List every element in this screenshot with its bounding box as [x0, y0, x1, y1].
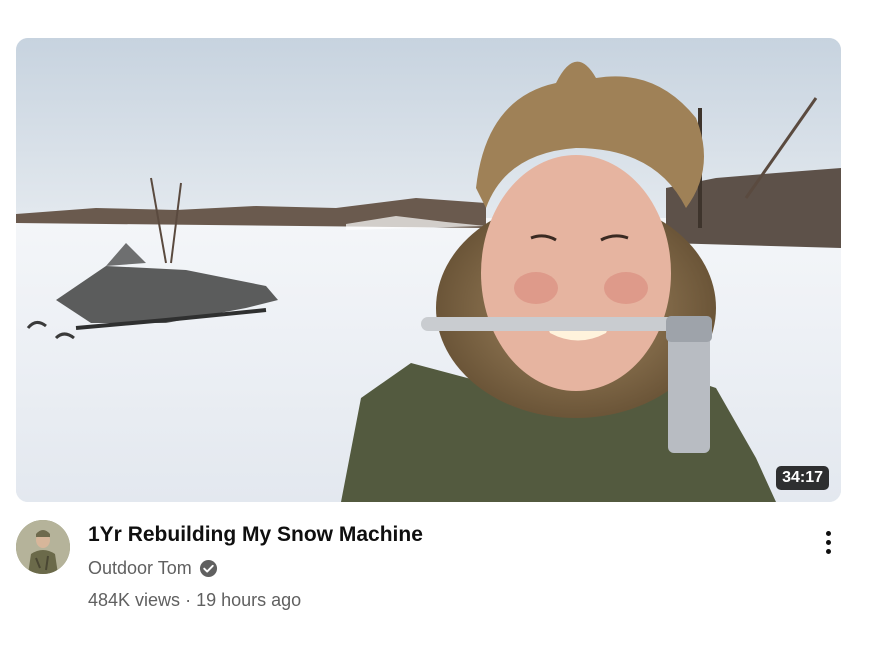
duration-badge: 34:17: [776, 466, 829, 490]
avatar-image: [16, 520, 70, 574]
upload-age: 19 hours ago: [196, 590, 302, 610]
video-card[interactable]: 34:17 1Yr Rebuilding My Snow Machine Out…: [16, 38, 841, 620]
view-count: 484K views: [88, 590, 181, 610]
channel-name[interactable]: Outdoor Tom: [88, 558, 192, 579]
channel-avatar[interactable]: [16, 520, 70, 574]
video-details: 1Yr Rebuilding My Snow Machine Outdoor T…: [88, 520, 788, 614]
video-title[interactable]: 1Yr Rebuilding My Snow Machine: [88, 520, 788, 550]
video-meta: 1Yr Rebuilding My Snow Machine Outdoor T…: [16, 520, 841, 620]
verified-check-icon: [199, 559, 217, 577]
channel-row: Outdoor Tom: [88, 554, 788, 582]
video-thumbnail[interactable]: 34:17: [16, 38, 841, 502]
more-vert-icon[interactable]: [816, 524, 840, 560]
video-stats: 484K views · 19 hours ago: [88, 586, 788, 614]
thumbnail-image: [16, 38, 841, 502]
stats-separator: ·: [185, 590, 192, 610]
